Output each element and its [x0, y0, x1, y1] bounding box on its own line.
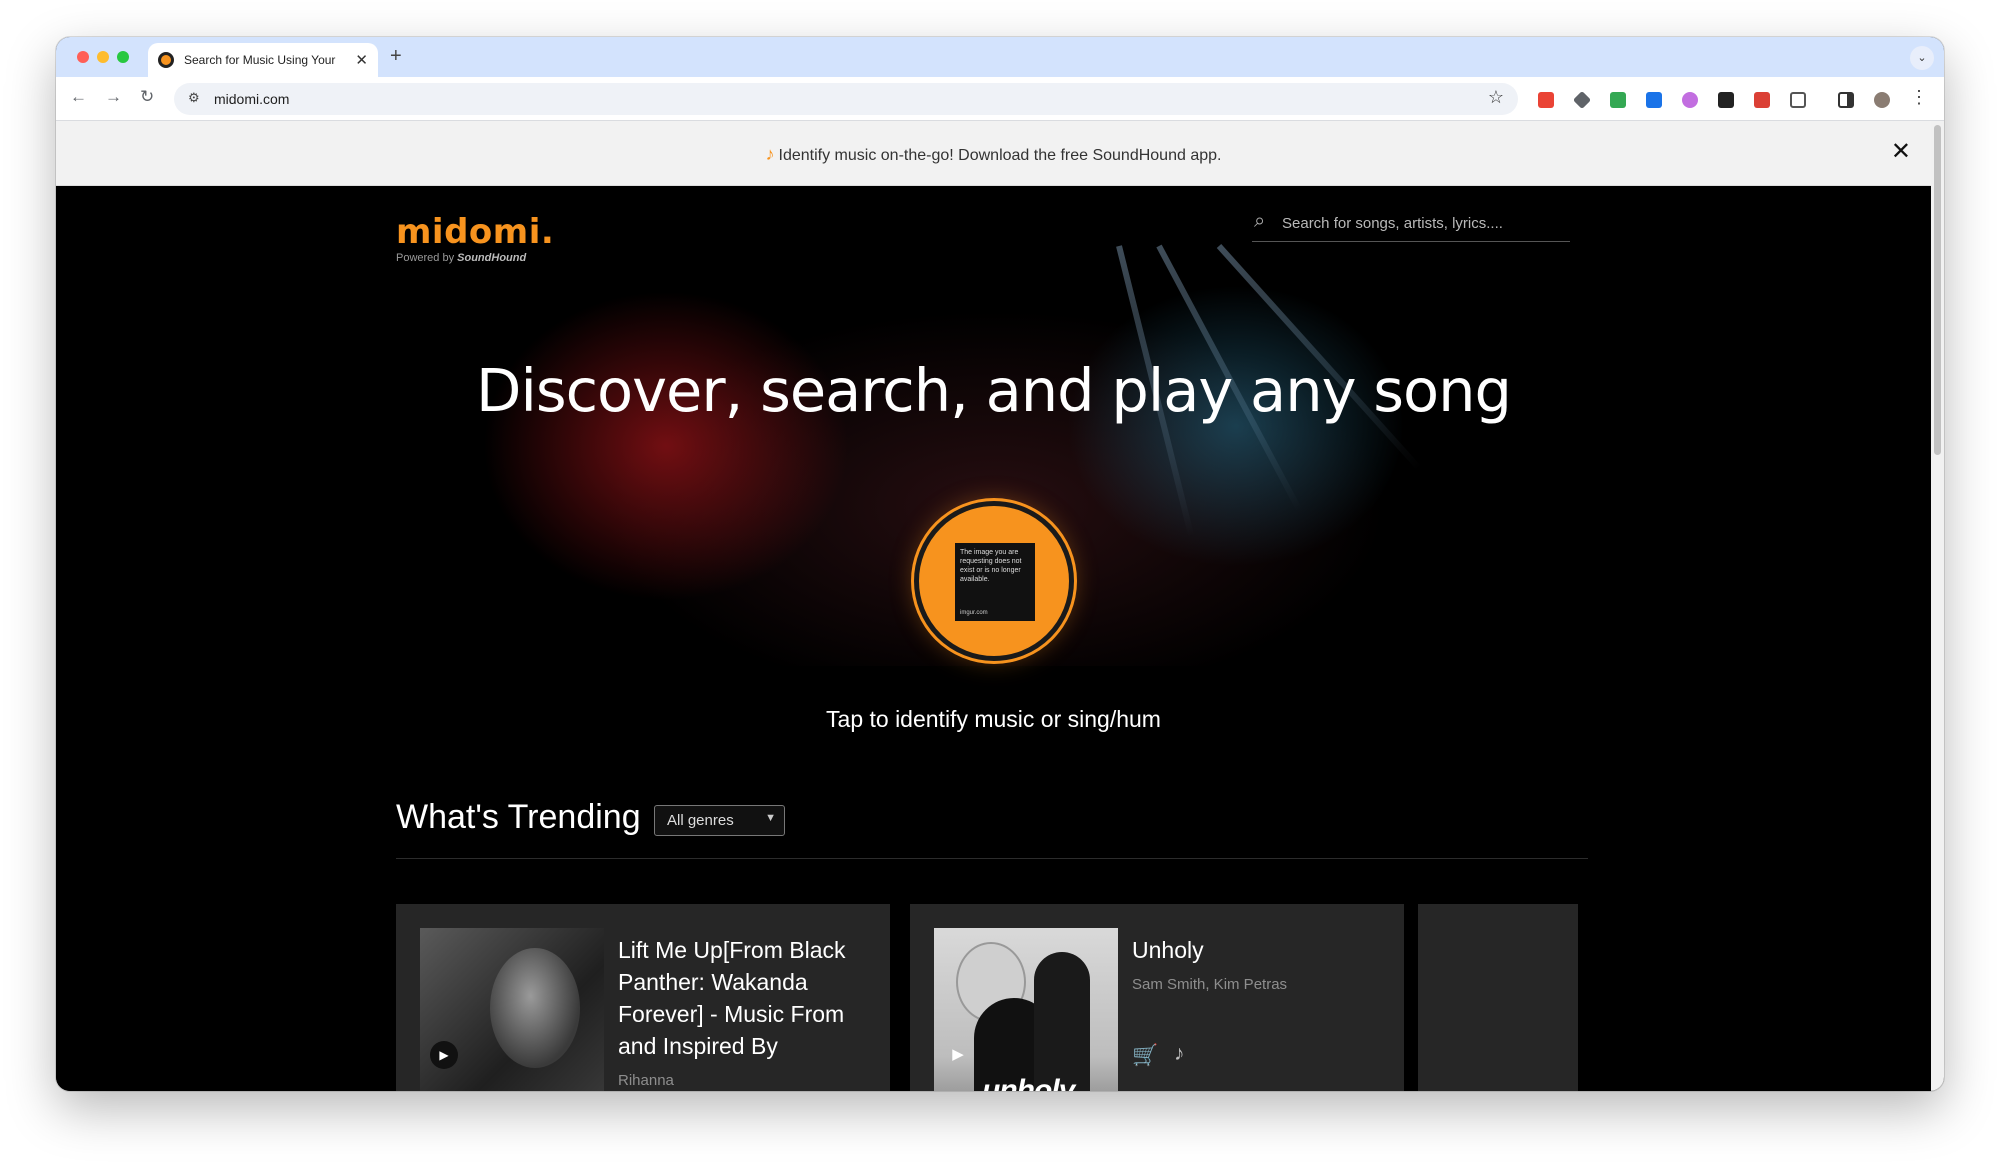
album-figure [1034, 952, 1090, 1091]
song-title[interactable]: Lift Me Up[From Black Panther: Wakanda F… [618, 934, 876, 1062]
maximize-window-button[interactable] [117, 51, 129, 63]
page-scrollbar[interactable] [1931, 121, 1944, 1091]
music-note-icon: ♪ [765, 144, 775, 164]
search-input[interactable] [1282, 210, 1562, 236]
minimize-window-button[interactable] [97, 51, 109, 63]
trending-title: What's Trending [396, 798, 641, 836]
song-artist[interactable]: Rihanna [618, 1072, 674, 1089]
todoist-icon[interactable] [1754, 92, 1770, 108]
profile-avatar-icon[interactable] [1874, 92, 1890, 108]
album-wordmark: unholy [982, 1074, 1075, 1091]
app-download-banner: ♪ Identify music on-the-go! Download the … [56, 121, 1931, 186]
notion-icon[interactable] [1718, 92, 1734, 108]
forward-button[interactable]: → [105, 87, 122, 107]
tab-search-button[interactable]: ⌄ [1910, 46, 1934, 70]
logo-wordmark: midomi. [396, 212, 555, 252]
site-settings-icon[interactable]: ⚙ [188, 90, 200, 106]
banner-message[interactable]: ♪ Identify music on-the-go! Download the … [56, 144, 1931, 165]
genre-dropdown[interactable]: All genres ▼ [654, 805, 785, 836]
identify-music-button[interactable]: The image you are requesting does not ex… [914, 501, 1074, 661]
banner-close-icon[interactable]: ✕ [1891, 137, 1911, 166]
soundhound-brand: SoundHound [457, 252, 527, 264]
music-note-icon[interactable]: ♪ [1174, 1042, 1185, 1066]
browser-window: Search for Music Using Your ✕ + ⌄ ← → ↻ … [56, 37, 1944, 1091]
puzzle-icon[interactable] [1790, 92, 1806, 108]
grammar-icon[interactable] [1646, 92, 1662, 108]
trending-card[interactable]: ▶ unholy Unholy Sam Smith, Kim Petras 🛒 … [910, 904, 1404, 1091]
sidepanel-icon[interactable] [1838, 92, 1854, 108]
close-window-button[interactable] [77, 51, 89, 63]
midomi-favicon-icon [158, 52, 174, 68]
tab-active[interactable]: Search for Music Using Your ✕ [148, 43, 378, 77]
banner-text[interactable]: Identify music on-the-go! Download the f… [779, 147, 1222, 164]
image-error-link: imgur.com [960, 610, 988, 616]
url-text[interactable]: midomi.com [214, 91, 289, 107]
gmail-icon[interactable] [1538, 92, 1554, 108]
search-icon: ⌕ [1254, 210, 1266, 232]
album-art[interactable]: ▶ [420, 928, 604, 1091]
album-portrait [490, 948, 580, 1068]
browser-menu-icon[interactable]: ⋮ [1910, 87, 1928, 108]
midomi-logo[interactable]: midomi. Powered by SoundHound [396, 212, 554, 264]
cart-icon[interactable]: 🛒 [1132, 1044, 1158, 1068]
play-icon[interactable]: ▶ [944, 1041, 972, 1069]
play-icon[interactable]: ▶ [430, 1041, 458, 1069]
address-bar[interactable]: ⚙ midomi.com ☆ [174, 83, 1518, 115]
browser-toolbar: ← → ↻ ⚙ midomi.com ☆ ⋮ [56, 77, 1944, 121]
album-art[interactable]: ▶ unholy [934, 928, 1118, 1091]
powered-by: Powered by SoundHound [396, 252, 554, 264]
section-divider [396, 858, 1588, 859]
circle-icon[interactable] [1682, 92, 1698, 108]
bookmark-star-icon[interactable]: ☆ [1488, 87, 1504, 108]
tab-title: Search for Music Using Your [184, 53, 336, 67]
back-button[interactable]: ← [70, 87, 87, 107]
song-artist[interactable]: Sam Smith, Kim Petras [1132, 976, 1287, 993]
trending-card[interactable]: ▶ Lift Me Up[From Black Panther: Wakanda… [396, 904, 890, 1091]
search-box: ⌕ [1252, 204, 1570, 242]
tap-instruction: Tap to identify music or sing/hum [826, 706, 1161, 732]
broken-image-placeholder: The image you are requesting does not ex… [955, 543, 1035, 621]
tab-strip: Search for Music Using Your ✕ + ⌄ [56, 37, 1944, 77]
reload-button[interactable]: ↻ [140, 87, 154, 107]
new-tab-button[interactable]: + [390, 45, 402, 68]
image-icon[interactable] [1610, 92, 1626, 108]
dropdown-caret-icon: ▼ [765, 812, 776, 824]
trending-card[interactable] [1418, 904, 1578, 1091]
tab-close-icon[interactable]: ✕ [355, 51, 368, 69]
powered-by-label: Powered by [396, 252, 455, 264]
hero-headline: Discover, search, and play any song [476, 356, 1512, 425]
image-error-text: The image you are requesting does not ex… [960, 549, 1022, 583]
song-title[interactable]: Unholy [1132, 934, 1390, 966]
page-content: midomi. Powered by SoundHound ⌕ Discover… [56, 186, 1931, 1091]
scroll-thumb[interactable] [1934, 125, 1941, 455]
layers-icon[interactable] [1572, 90, 1592, 110]
genre-selected: All genres [667, 812, 734, 829]
